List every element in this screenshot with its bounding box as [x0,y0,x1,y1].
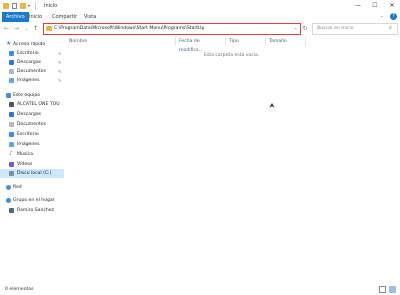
pin-icon: ✎ [58,68,62,74]
details-view-icon[interactable] [379,286,386,293]
sidebar-header-this-pc[interactable]: Este equipo [0,91,64,100]
sidebar-item-label: Imágenes [17,141,40,147]
address-dropdown-icon[interactable]: ⌄ [294,25,297,30]
address-bar[interactable]: C:\ProgramData\Microsoft\Windows\Start M… [43,23,301,35]
computer-icon [6,93,11,98]
pin-icon: ✎ [58,77,62,83]
maximize-button[interactable]: ☐ [367,0,383,12]
sidebar-item-imagenes[interactable]: Imágenes ✎ [0,76,64,85]
sidebar-item-label: Vídeos [17,161,33,167]
sidebar-header-label: Red [13,184,22,190]
column-headers: Nombre Fecha de modifica... Tipo Tamaño [66,37,400,53]
column-header-name[interactable]: Nombre [66,37,176,46]
sidebar-item-ramiro[interactable]: Ramiro Sanchez [0,206,64,215]
empty-folder-message: Esta carpeta está vacía. [204,53,260,58]
desktop-icon [9,132,14,137]
documents-icon [9,69,14,74]
sidebar-header-label: Grupo en el hogar [13,197,55,203]
sidebar-item-documentos-pc[interactable]: Documentos [0,120,64,129]
download-icon [9,60,14,65]
back-button[interactable]: ← [2,24,11,34]
close-button[interactable]: ✕ [384,0,400,12]
sidebar-item-label: Documentos [17,121,47,127]
up-button[interactable]: ↑ [31,24,40,34]
sidebar-item-descargas-pc[interactable]: Descargas [0,110,64,119]
status-bar: 0 elementos [0,285,400,295]
network-icon [6,185,11,190]
sidebar-header-network[interactable]: Red [0,183,64,192]
desktop-icon [9,51,14,56]
search-icon: ⌕ [389,25,393,31]
user-icon [9,208,14,213]
column-header-size[interactable]: Tamaño [266,37,306,46]
item-count: 0 elementos [5,287,34,292]
search-placeholder: Buscar en Inicio [317,26,354,31]
sidebar-item-label: Escritorio [17,50,39,56]
column-header-type[interactable]: Tipo [226,37,266,46]
sidebar-item-disco-local[interactable]: Disco local (C:) [0,169,64,178]
customize-quick-access-icon[interactable]: ▾ [28,3,30,8]
sidebar-item-videos[interactable]: Vídeos [0,160,64,169]
star-icon: ★ [6,40,12,47]
sidebar-item-alcatel[interactable]: ALCATEL ONE TOU [0,100,64,109]
tab-vista[interactable]: Vista [80,12,100,22]
large-icons-view-icon[interactable] [389,286,396,293]
sidebar-item-label: Documentos [17,68,47,74]
pictures-icon [9,78,14,83]
pin-icon: ✎ [58,59,62,65]
refresh-button[interactable]: ↻ [300,23,310,34]
sidebar-item-label: Imágenes [17,77,40,83]
mouse-cursor: ⮝ [269,102,275,110]
sidebar-header-homegroup[interactable]: Grupo en el hogar [0,196,64,205]
sidebar-item-label: Escritorio [17,131,39,137]
help-icon[interactable]: ? [390,13,397,20]
search-input[interactable]: Buscar en Inicio ⌕ [312,23,398,35]
properties-icon[interactable] [12,3,17,9]
sidebar-item-escritorio[interactable]: Escritorio ✎ [0,49,64,58]
title-bar: ▾ Inicio — ☐ ✕ [0,0,400,12]
sidebar-item-label: Descargas [17,111,42,117]
sidebar-item-label: Ramiro Sanchez [17,207,55,213]
sidebar-item-musica[interactable]: ♪ Música [0,150,64,159]
folder-icon [46,26,52,31]
sidebar-item-label: Descargas [17,59,42,65]
homegroup-icon [6,198,11,203]
drive-icon [9,171,14,176]
music-icon: ♪ [9,150,13,157]
new-folder-icon[interactable] [20,3,26,9]
videos-icon [9,162,14,167]
address-path[interactable]: C:\ProgramData\Microsoft\Windows\Start M… [54,26,204,31]
tab-compartir[interactable]: Compartir [48,12,81,22]
documents-icon [9,122,14,127]
folder-icon [3,3,9,9]
sidebar-header-quick-access[interactable]: ★ Acceso rápido [0,40,64,49]
recent-locations-button[interactable]: ⌄ [22,24,31,34]
sidebar-item-label: ALCATEL ONE TOU [17,101,60,107]
sidebar-item-escritorio-pc[interactable]: Escritorio [0,130,64,139]
sidebar-item-label: Música [17,151,33,157]
sidebar-item-imagenes-pc[interactable]: Imágenes [0,140,64,149]
sidebar-item-documentos[interactable]: Documentos ✎ [0,67,64,76]
pictures-icon [9,142,14,147]
forward-button[interactable]: → [12,24,21,34]
column-header-date[interactable]: Fecha de modifica... [176,37,226,53]
pin-icon: ✎ [58,50,62,56]
expand-ribbon-icon[interactable]: ⌄ [380,13,383,18]
sidebar-item-descargas[interactable]: Descargas ✎ [0,58,64,67]
window-title: Inicio [44,3,58,9]
tab-inicio[interactable]: Inicio [25,12,46,22]
minimize-button[interactable]: — [350,0,366,12]
sidebar-header-label: Este equipo [13,92,41,98]
sidebar-item-label: Disco local (C:) [17,170,52,176]
download-icon [9,112,14,117]
divider [35,2,36,10]
phone-icon [9,102,14,107]
sidebar-header-label: Acceso rápido [13,41,46,47]
navigation-pane: ★ Acceso rápido Escritorio ✎ Descargas ✎… [0,36,64,282]
